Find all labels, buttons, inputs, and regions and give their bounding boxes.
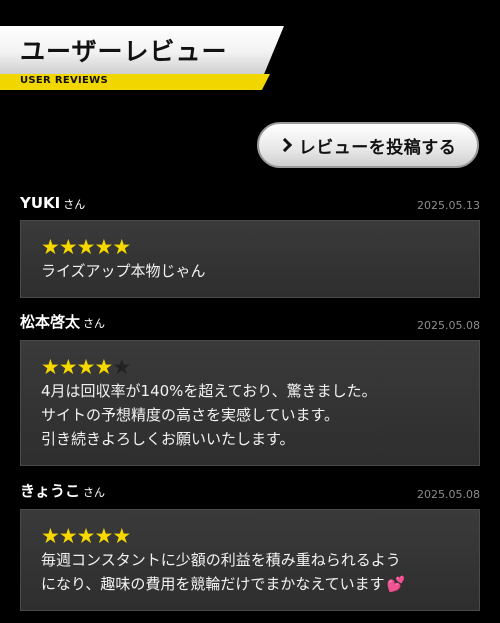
- star-filled-icon: ★: [58, 524, 78, 548]
- review-date: 2025.05.13: [417, 199, 480, 212]
- review-text: になり、趣味の費用を競輪だけでまかなえています: [41, 575, 385, 593]
- title-plate: ユーザーレビュー: [0, 26, 284, 74]
- review-card: ★★★★★ ライズアップ本物じゃん: [20, 220, 480, 298]
- section-header: ユーザーレビュー USER REVIEWS: [0, 26, 290, 90]
- reviewer-honorific: さん: [83, 317, 106, 330]
- review-text-line: 引き続きよろしくお願いいたします。: [41, 430, 295, 448]
- subtitle-plate: USER REVIEWS: [0, 74, 270, 90]
- review-header: きょうこ さん 2025.05.08: [20, 481, 480, 503]
- post-review-button[interactable]: レビューを投稿する: [257, 122, 479, 168]
- review-date: 2025.05.08: [417, 319, 480, 332]
- star-rating: ★★★★★: [41, 355, 459, 379]
- star-filled-icon: ★: [94, 235, 113, 259]
- star-filled-icon: ★: [41, 524, 60, 548]
- star-filled-icon: ★: [94, 355, 113, 379]
- star-empty-icon: ★: [112, 355, 131, 379]
- star-filled-icon: ★: [58, 355, 78, 379]
- review-item: 松本啓太 さん 2025.05.08 ★★★★★ 4月は回収率が140%を超えてお…: [20, 312, 480, 466]
- review-text-line: になり、趣味の費用を競輪だけでまかなえています 💕: [41, 572, 459, 596]
- star-filled-icon: ★: [76, 524, 96, 548]
- reviewer-name-wrap: 松本啓太 さん: [20, 311, 105, 332]
- review-header: 松本啓太 さん 2025.05.08: [20, 312, 480, 334]
- review-date: 2025.05.08: [417, 488, 480, 501]
- review-text-line: ライズアップ本物じゃん: [41, 262, 206, 280]
- star-filled-icon: ★: [41, 235, 60, 259]
- reviewer-name: 松本啓太: [20, 313, 81, 331]
- review-item: きょうこ さん 2025.05.08 ★★★★★ 毎週コンスタントに少額の利益を積…: [20, 481, 480, 611]
- review-text-line: サイトの予想精度の高さを実感しています。: [41, 406, 340, 424]
- review-text-line: 4月は回収率が140%を超えており、驚きました。: [41, 382, 377, 400]
- review-header: YUKI さん 2025.05.13: [20, 192, 480, 214]
- review-item: YUKI さん 2025.05.13 ★★★★★ ライズアップ本物じゃん: [20, 192, 480, 298]
- reviewer-honorific: さん: [63, 198, 86, 211]
- review-card: ★★★★★ 毎週コンスタントに少額の利益を積み重ねられるよう になり、趣味の費用…: [20, 509, 480, 611]
- star-rating: ★★★★★: [41, 524, 459, 548]
- post-review-label: レビューを投稿する: [298, 137, 457, 158]
- reviewer-name: YUKI: [20, 194, 61, 212]
- star-filled-icon: ★: [76, 235, 96, 259]
- heart-icon: 💕: [386, 575, 406, 593]
- reviewer-honorific: さん: [83, 486, 106, 499]
- star-filled-icon: ★: [58, 235, 78, 259]
- review-card: ★★★★★ 4月は回収率が140%を超えており、驚きました。 サイトの予想精度の…: [20, 340, 480, 466]
- star-filled-icon: ★: [76, 355, 96, 379]
- star-filled-icon: ★: [112, 524, 131, 548]
- review-text-line: 毎週コンスタントに少額の利益を積み重ねられるよう: [41, 551, 401, 569]
- star-filled-icon: ★: [41, 355, 60, 379]
- section-title: ユーザーレビュー: [20, 37, 228, 66]
- reviewer-name-wrap: YUKI さん: [20, 194, 85, 212]
- reviewer-name-wrap: きょうこ さん: [20, 480, 105, 501]
- star-filled-icon: ★: [94, 524, 113, 548]
- star-filled-icon: ★: [112, 235, 131, 259]
- section-subtitle: USER REVIEWS: [20, 75, 108, 86]
- reviewer-name: きょうこ: [20, 482, 81, 500]
- star-rating: ★★★★★: [41, 235, 459, 259]
- chevron-right-icon: [277, 137, 292, 153]
